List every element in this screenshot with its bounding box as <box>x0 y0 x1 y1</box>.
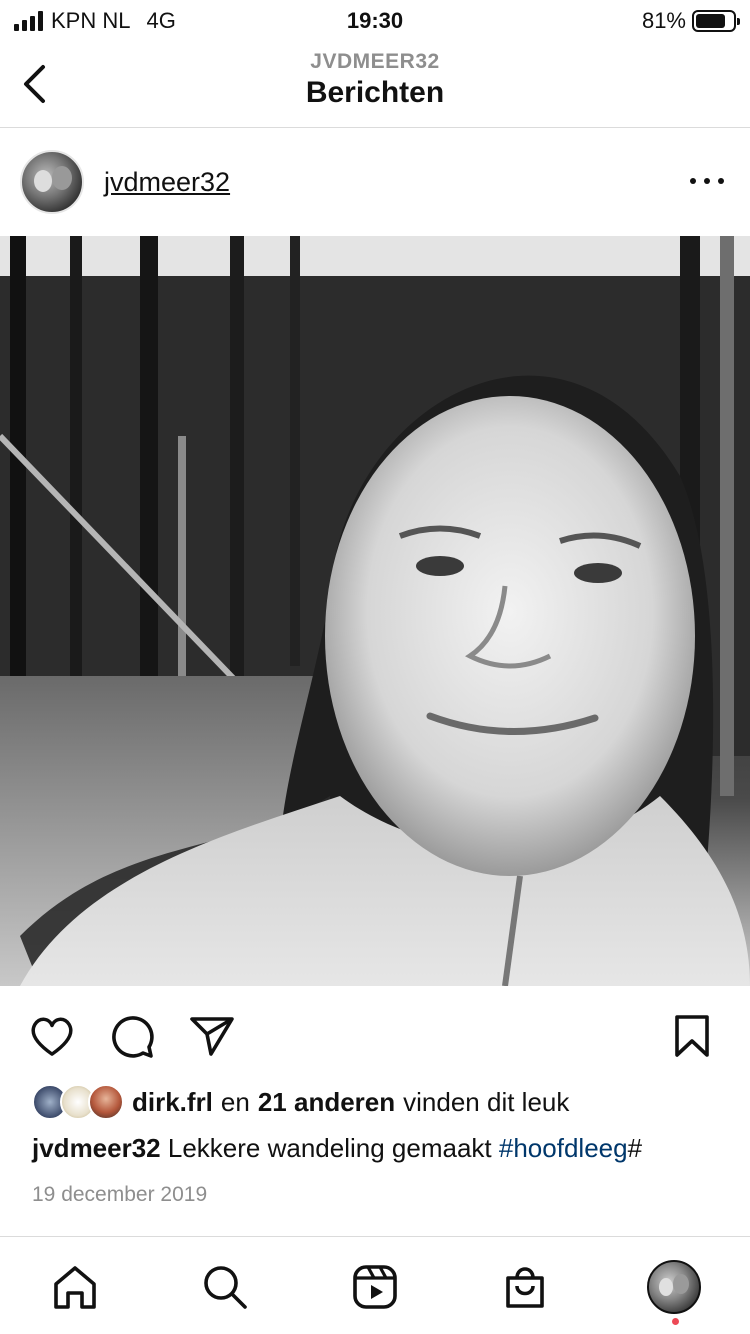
post-actions <box>0 986 750 1082</box>
post-header: jvdmeer32 <box>0 129 750 235</box>
save-button[interactable] <box>668 1012 716 1060</box>
avatar[interactable] <box>20 150 84 214</box>
notification-dot <box>672 1318 679 1325</box>
clock: 19:30 <box>346 8 404 33</box>
tab-bar <box>0 1236 750 1334</box>
status-right: 81% <box>641 8 740 34</box>
first-liker[interactable]: dirk.frl <box>132 1087 213 1118</box>
reels-icon <box>353 1265 397 1309</box>
tab-home[interactable] <box>47 1259 103 1315</box>
tab-shop[interactable] <box>497 1259 553 1315</box>
likes-summary[interactable]: dirk.frl en 21 anderen vinden dit leuk <box>32 1082 569 1122</box>
caption-hashtag[interactable]: #hoofdleeg <box>499 1133 628 1163</box>
tab-reels[interactable] <box>347 1259 403 1315</box>
more-horizontal-icon <box>690 178 696 184</box>
battery-icon <box>692 10 740 32</box>
bookmark-icon <box>675 1015 709 1057</box>
caption-trailing: # <box>627 1133 643 1163</box>
post-photo[interactable] <box>0 236 750 986</box>
share-button[interactable] <box>188 1012 236 1060</box>
heart-icon <box>31 1017 73 1056</box>
post-date: 19 december 2019 <box>32 1183 208 1206</box>
avatar <box>88 1084 124 1120</box>
post-username[interactable]: jvdmeer32 <box>104 167 230 198</box>
likes-others[interactable]: 21 anderen <box>258 1087 395 1118</box>
liker-avatars <box>32 1084 124 1120</box>
page-title: Berichten <box>305 76 445 109</box>
send-icon <box>190 1017 234 1056</box>
comment-icon <box>112 1016 154 1058</box>
header-subtitle: JVDMEER32 <box>310 50 440 73</box>
caption-username[interactable]: jvdmeer32 <box>32 1133 161 1163</box>
status-bar: KPN NL 4G 19:30 81% <box>0 0 750 42</box>
home-icon <box>54 1266 96 1309</box>
like-button[interactable] <box>28 1012 76 1060</box>
likes-connector: en <box>220 1086 250 1117</box>
search-icon <box>204 1266 247 1309</box>
likes-suffix: vinden dit leuk <box>403 1086 570 1117</box>
nav-header: JVDMEER32 Berichten <box>0 42 750 128</box>
shop-icon <box>506 1267 544 1308</box>
tab-search[interactable] <box>197 1259 253 1315</box>
comment-button[interactable] <box>108 1012 156 1060</box>
photo-illustration <box>0 236 750 986</box>
tab-profile[interactable] <box>646 1259 702 1315</box>
battery-percent: 81% <box>641 8 686 33</box>
post-caption: jvdmeer32 Lekkere wandeling gemaakt #hoo… <box>32 1133 642 1164</box>
caption-text: Lekkere wandeling gemaakt <box>167 1133 492 1163</box>
profile-avatar <box>647 1260 701 1314</box>
more-options-button[interactable] <box>690 169 724 193</box>
